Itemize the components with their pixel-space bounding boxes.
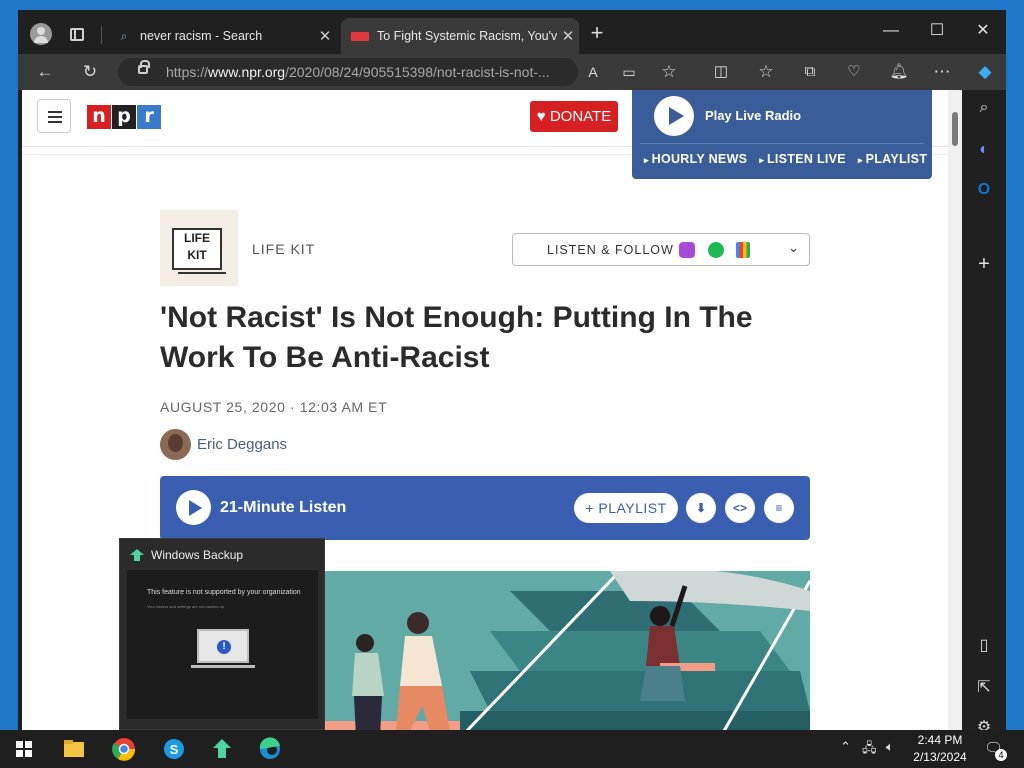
- life-kit-logo[interactable]: LIFE KIT: [160, 210, 238, 286]
- listen-duration: 21-Minute Listen: [220, 499, 347, 516]
- donate-button[interactable]: ♥ DONATE: [530, 101, 618, 132]
- tab-actions-icon[interactable]: [70, 28, 84, 41]
- npr-favicon-icon: [351, 31, 369, 41]
- listen-follow-label: LISTEN & FOLLOW: [547, 243, 674, 257]
- notification-count-badge: 4: [995, 749, 1007, 761]
- show-label[interactable]: LIFE KIT: [252, 241, 315, 257]
- collections-icon[interactable]: ⧉: [795, 58, 825, 86]
- play-icon[interactable]: [654, 96, 694, 136]
- show-hidden-icons-chevron-icon[interactable]: ⌃: [840, 739, 851, 755]
- npr-logo[interactable]: n p r: [87, 105, 161, 129]
- windows-backup-thumbnail[interactable]: Windows Backup This feature is not suppo…: [119, 538, 325, 730]
- start-windows-icon[interactable]: [6, 734, 42, 764]
- download-icon[interactable]: ⬇: [686, 493, 716, 523]
- system-clock[interactable]: 2:44 PM 2/13/2024: [910, 732, 970, 766]
- notifications-bell-icon[interactable]: 🔔︎: [884, 58, 914, 86]
- favorite-star-icon[interactable]: ☆: [654, 58, 684, 86]
- copilot-icon[interactable]: ◆: [970, 58, 1000, 86]
- listen-follow-dropdown[interactable]: LISTEN & FOLLOW ⌄: [512, 233, 810, 266]
- life-kit-badge: LIFE KIT: [172, 228, 226, 274]
- tab-separator: [101, 26, 102, 44]
- more-options-icon[interactable]: ⋯: [927, 58, 957, 86]
- google-podcasts-icon[interactable]: [736, 242, 750, 258]
- tab-label: never racism - Search: [140, 29, 263, 43]
- outlook-icon[interactable]: O: [972, 178, 996, 202]
- author-link[interactable]: Eric Deggans: [197, 436, 287, 453]
- performance-icon[interactable]: ♡: [839, 58, 869, 86]
- search-icon[interactable]: ⌕: [972, 96, 996, 120]
- tab-label: To Fight Systemic Racism, You've: [377, 29, 557, 43]
- transcript-icon[interactable]: ≡: [764, 493, 794, 523]
- article-headline: 'Not Racist' Is Not Enough: Putting In T…: [160, 301, 753, 374]
- tab-search[interactable]: ⌕ never racism - Search ✕: [110, 18, 336, 54]
- back-icon[interactable]: ←: [30, 58, 60, 86]
- radio-links: HOURLY NEWS LISTEN LIVE PLAYLIST: [644, 152, 927, 166]
- split-screen-icon[interactable]: ◫: [706, 58, 736, 86]
- new-tab-icon[interactable]: +: [586, 22, 608, 45]
- tab-npr-article[interactable]: To Fight Systemic Racism, You've ✕: [341, 18, 579, 54]
- windows-backup-icon: [130, 549, 144, 561]
- search-icon: ⌕: [120, 28, 128, 43]
- popup-submessage: Your folders and settings are not backed…: [147, 604, 225, 609]
- read-aloud-icon[interactable]: A: [578, 58, 608, 86]
- add-icon[interactable]: +: [972, 252, 996, 276]
- volume-muted-icon[interactable]: 🔈︎: [886, 739, 894, 755]
- embed-icon[interactable]: <>: [725, 493, 755, 523]
- menu-icon[interactable]: [37, 99, 71, 133]
- window-close-icon[interactable]: ✕: [960, 16, 1006, 46]
- laptop-icon: !: [191, 629, 255, 668]
- chevron-down-icon: ⌄: [788, 240, 799, 255]
- minimize-icon[interactable]: —: [868, 16, 914, 46]
- profile-avatar-icon[interactable]: [30, 23, 52, 45]
- live-radio-panel: Play Live Radio HOURLY NEWS LISTEN LIVE …: [632, 90, 932, 179]
- add-to-playlist-button[interactable]: + PLAYLIST: [574, 493, 678, 523]
- vertical-scrollbar[interactable]: [948, 90, 962, 738]
- listen-live-link[interactable]: LISTEN LIVE: [759, 152, 846, 166]
- network-icon[interactable]: 🖧︎: [862, 739, 877, 761]
- address-bar[interactable]: https://www.npr.org/2020/08/24/905515398…: [118, 58, 578, 86]
- sidebar-toggle-icon[interactable]: ▯: [972, 634, 996, 658]
- svg-text:S: S: [170, 742, 179, 757]
- popup-message: This feature is not supported by your or…: [147, 589, 301, 596]
- chrome-icon[interactable]: [106, 734, 142, 764]
- maximize-icon[interactable]: ☐: [914, 16, 960, 46]
- immersive-reader-icon[interactable]: ▭: [614, 58, 644, 86]
- article-dateline: AUGUST 25, 2020 · 12:03 AM ET: [160, 399, 388, 415]
- spotify-icon[interactable]: [708, 242, 724, 258]
- close-icon[interactable]: ✕: [557, 27, 579, 45]
- taskbar: S ⌃ 🖧︎ 🔈︎ 2:44 PM 2/13/2024 🗨︎ 4: [0, 730, 1024, 768]
- file-explorer-icon[interactable]: [56, 734, 92, 764]
- popup-preview[interactable]: This feature is not supported by your or…: [127, 570, 318, 719]
- popup-title: Windows Backup: [151, 548, 244, 562]
- alert-icon: !: [217, 640, 231, 654]
- tab-bar: ⌕ never racism - Search ✕ To Fight Syste…: [18, 10, 1006, 54]
- navigation-toolbar: ← ↻ https://www.npr.org/2020/08/24/90551…: [18, 54, 1006, 90]
- windows-backup-taskbar-icon[interactable]: [204, 734, 240, 764]
- external-link-icon[interactable]: ⇱: [972, 676, 996, 700]
- hourly-news-link[interactable]: HOURLY NEWS: [644, 152, 747, 166]
- url-text[interactable]: https://www.npr.org/2020/08/24/905515398…: [166, 64, 550, 80]
- scrollbar-thumb[interactable]: [952, 112, 958, 146]
- audio-player: 21-Minute Listen + PLAYLIST ⬇ <> ≡: [160, 476, 810, 540]
- author-avatar[interactable]: [160, 429, 191, 460]
- radio-divider: [640, 143, 924, 144]
- copilot-sidebar-icon[interactable]: ◐: [972, 138, 996, 162]
- play-live-radio-label[interactable]: Play Live Radio: [705, 108, 801, 123]
- play-icon[interactable]: [176, 490, 211, 525]
- refresh-icon[interactable]: ↻: [75, 58, 105, 86]
- edge-icon[interactable]: [252, 734, 288, 764]
- apple-podcasts-icon[interactable]: [679, 242, 695, 258]
- favorites-icon[interactable]: ☆: [751, 58, 781, 86]
- skype-icon[interactable]: S: [156, 734, 192, 764]
- edge-sidebar: ⌕ ◐ O + ▯ ⇱ ⚙: [962, 90, 1006, 738]
- close-icon[interactable]: ✕: [314, 27, 336, 45]
- playlist-link[interactable]: PLAYLIST: [858, 152, 927, 166]
- lock-icon[interactable]: [138, 60, 150, 74]
